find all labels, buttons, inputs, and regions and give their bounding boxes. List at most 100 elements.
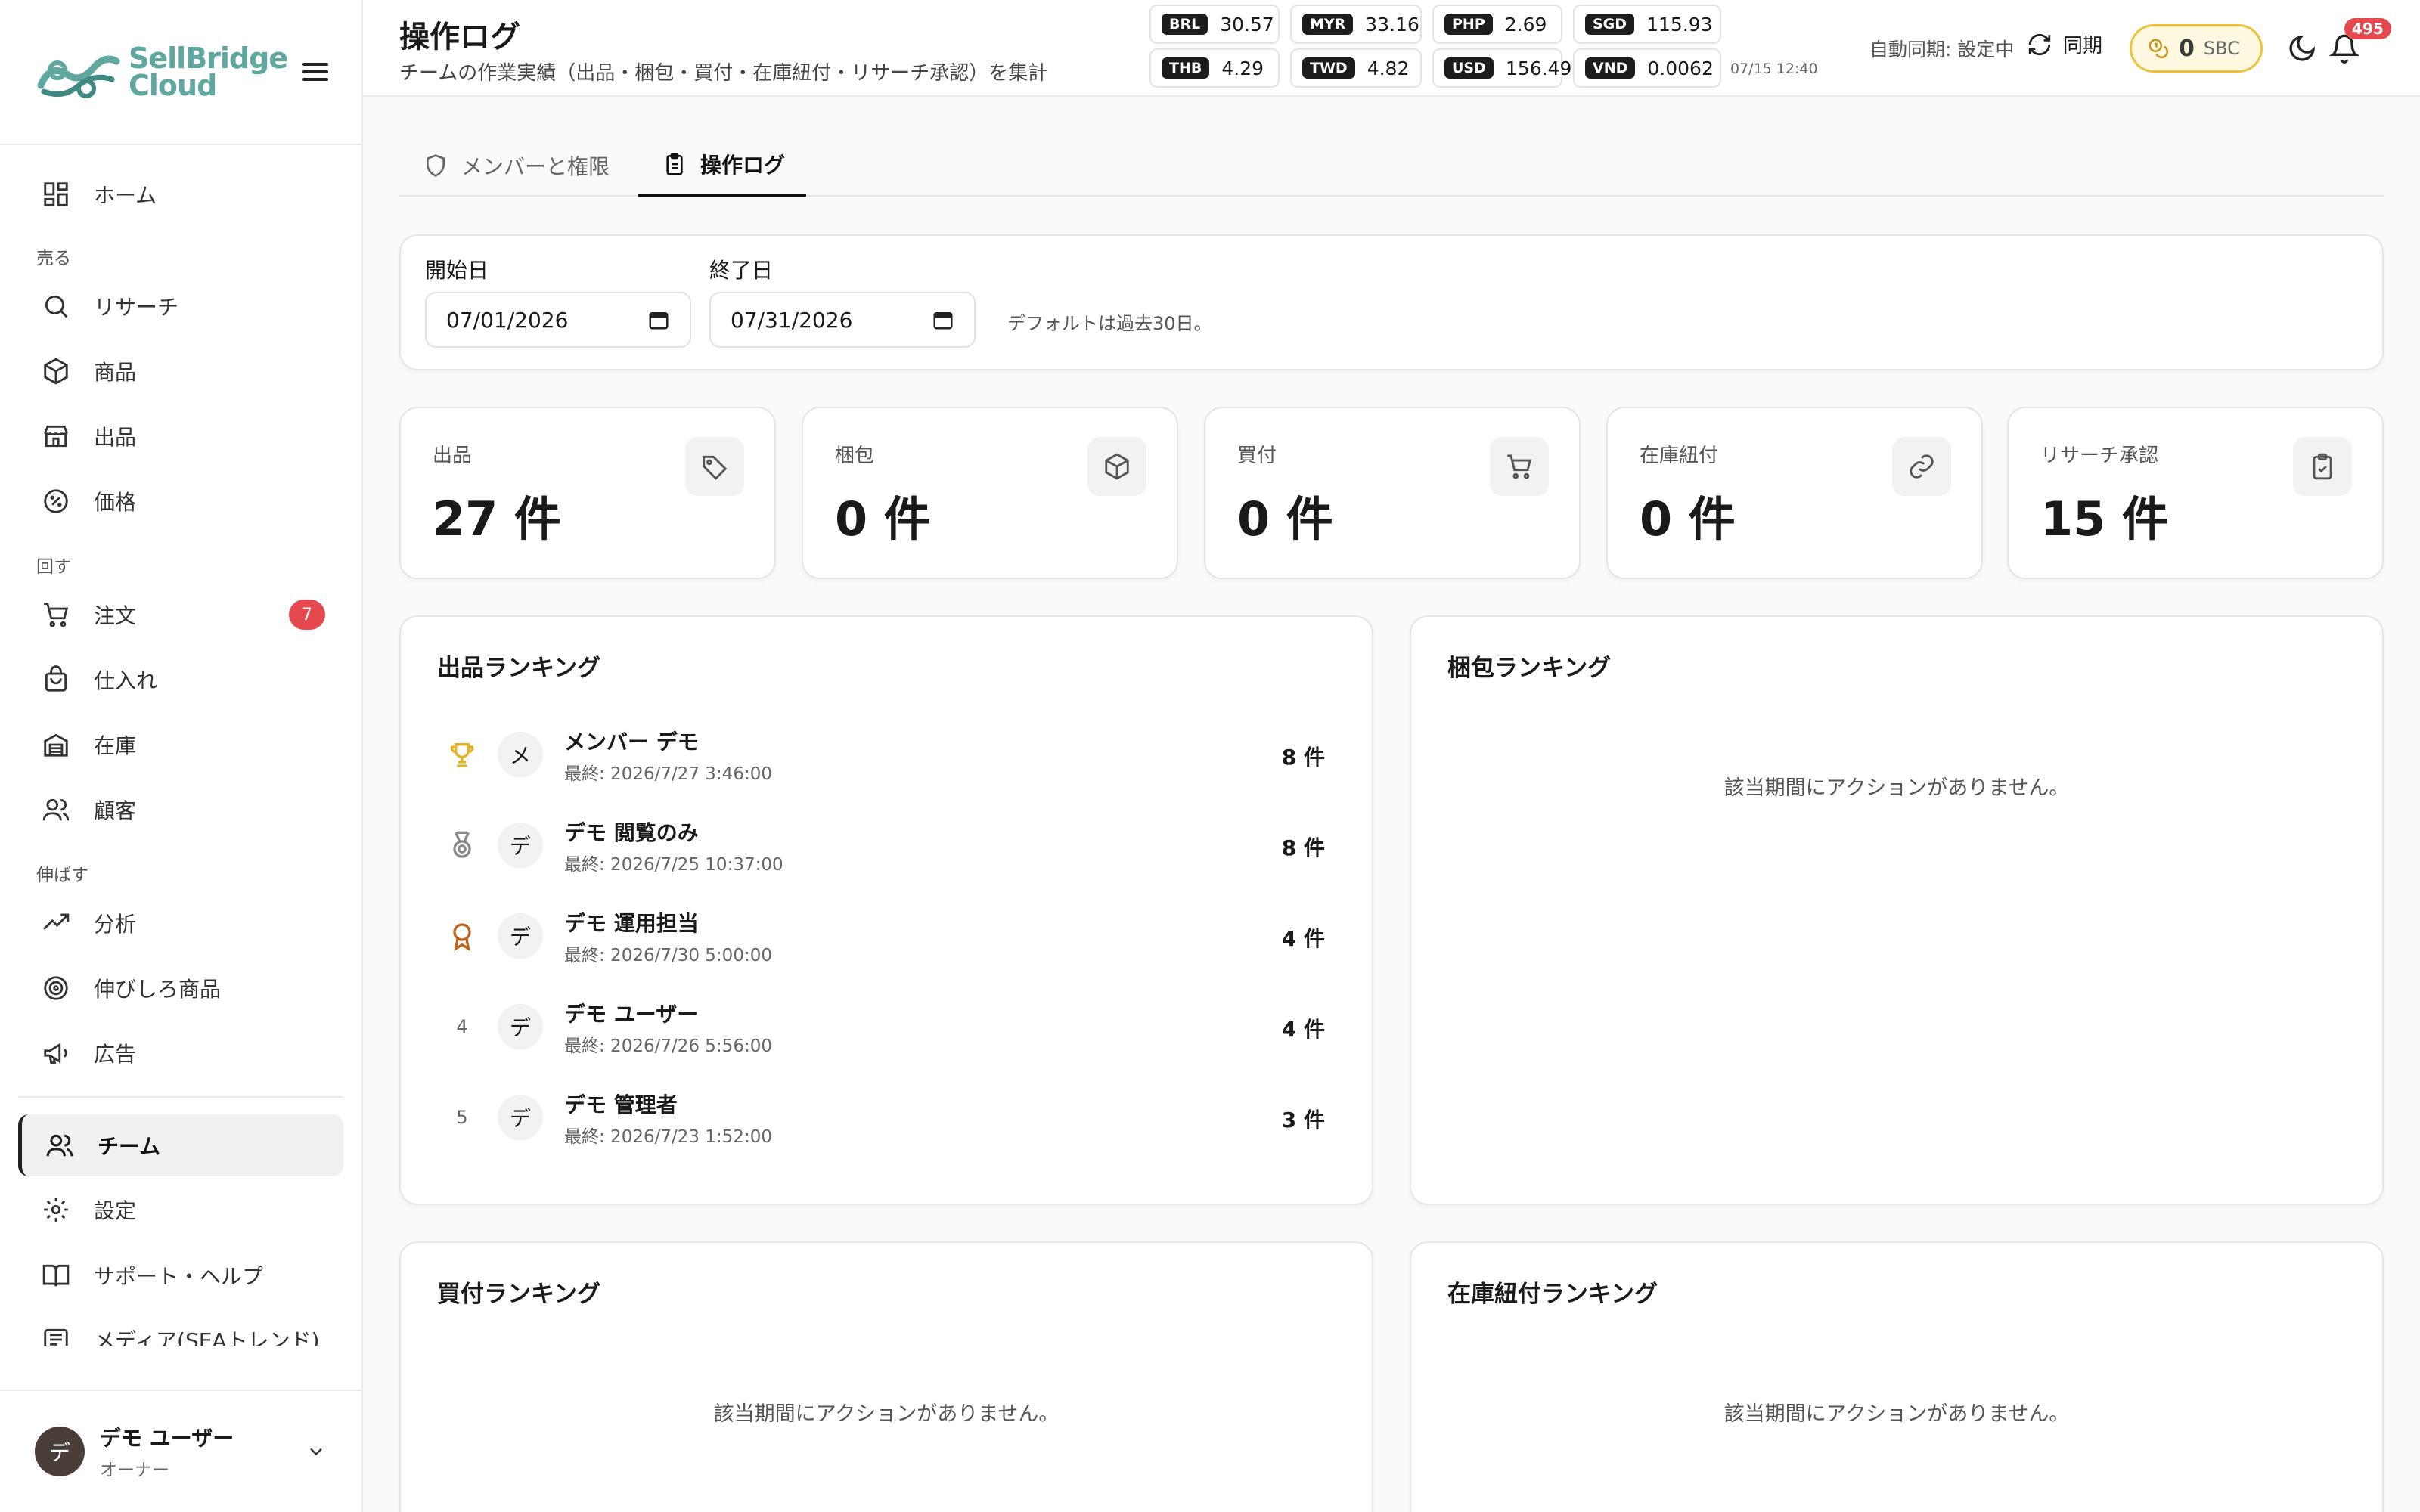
rank-number: 5 bbox=[456, 1107, 468, 1128]
trending-up-icon bbox=[41, 908, 71, 938]
stat-value: 27 件 bbox=[433, 491, 561, 547]
ranking-row: 5 デ デモ 管理者 最終: 2026/7/23 1:52:00 3 件 bbox=[437, 1081, 1325, 1157]
start-date-value: 07/01/2026 bbox=[446, 307, 569, 333]
fx-value: 33.16 bbox=[1365, 13, 1419, 36]
sidebar-item-label: 分析 bbox=[94, 912, 137, 937]
sidebar-item-products[interactable]: 商品 bbox=[18, 339, 343, 404]
users-icon bbox=[41, 795, 71, 825]
sidebar-item-listings[interactable]: 出品 bbox=[18, 404, 343, 469]
cart-icon bbox=[41, 600, 71, 630]
fx-rate-item: TWD 4.82 bbox=[1290, 48, 1422, 88]
listing-ranking-card: 出品ランキング メ メンバー デモ 最終: 2026/7/27 3:46:00 … bbox=[399, 615, 1373, 1205]
menu-toggle-icon[interactable] bbox=[302, 61, 328, 82]
coin-balance[interactable]: 0 SBC bbox=[2130, 24, 2263, 73]
fx-value: 115.93 bbox=[1646, 13, 1713, 36]
packing-ranking-card: 梱包ランキング 該当期間にアクションがありません。 bbox=[1410, 615, 2384, 1205]
box-icon bbox=[1087, 437, 1146, 496]
sidebar-item-pricing[interactable]: 価格 bbox=[18, 469, 343, 534]
grid-icon bbox=[41, 179, 71, 209]
megaphone-icon bbox=[41, 1038, 71, 1068]
ranking-row: デ デモ 運用担当 最終: 2026/7/30 5:00:00 4 件 bbox=[437, 900, 1325, 975]
fx-code: PHP bbox=[1444, 14, 1493, 35]
fx-code: TWD bbox=[1302, 57, 1355, 79]
shield-icon bbox=[427, 154, 445, 177]
end-date-label: 終了日 bbox=[709, 258, 774, 283]
coin-amount: 0 bbox=[2179, 35, 2195, 62]
fx-code: VND bbox=[1585, 57, 1636, 79]
sidebar-item-orders[interactable]: 注文 7 bbox=[18, 582, 343, 647]
sidebar-item-growth-products[interactable]: 伸びしろ商品 bbox=[18, 956, 343, 1021]
tab-activity-log[interactable]: 操作ログ bbox=[638, 135, 806, 197]
sidebar-item-label: 出品 bbox=[94, 425, 137, 450]
sidebar-item-ads[interactable]: 広告 bbox=[18, 1021, 343, 1086]
fx-rate-item: MYR 33.16 bbox=[1290, 5, 1422, 44]
sidebar-item-team[interactable]: チーム bbox=[18, 1114, 343, 1176]
calendar-icon bbox=[933, 312, 953, 330]
moon-icon[interactable] bbox=[2287, 33, 2317, 64]
sidebar-item-purchasing[interactable]: 仕入れ bbox=[18, 647, 343, 712]
rank-number: 4 bbox=[456, 1016, 468, 1037]
fx-code: USD bbox=[1444, 57, 1494, 79]
sidebar-item-settings[interactable]: 設定 bbox=[18, 1176, 343, 1243]
page-subtitle: チームの作業実績（出品・梱包・買付・在庫紐付・リサーチ承認）を集計 bbox=[399, 62, 1048, 85]
refresh-icon bbox=[2028, 33, 2051, 55]
main-content: メンバーと権限 操作ログ 開始日 07/01/2026 終了日 07/31/20… bbox=[399, 97, 2384, 1512]
tab-members[interactable]: メンバーと権限 bbox=[424, 135, 613, 197]
sync-button-label: 同期 bbox=[2063, 35, 2103, 57]
user-menu[interactable]: デ デモ ユーザー オーナー bbox=[0, 1390, 361, 1512]
linking-ranking-card: 在庫紐付ランキング 該当期間にアクションがありません。 bbox=[1410, 1241, 2384, 1512]
stat-card-packing: 梱包 0 件 bbox=[802, 407, 1178, 579]
sidebar-item-inventory[interactable]: 在庫 bbox=[18, 712, 343, 777]
avatar: デ bbox=[498, 913, 543, 959]
tab-label: メンバーと権限 bbox=[461, 154, 610, 179]
tab-label: 操作ログ bbox=[700, 153, 786, 178]
avatar: デ bbox=[498, 1004, 543, 1049]
newspaper-icon bbox=[41, 1325, 71, 1346]
action-count: 4 件 bbox=[1281, 926, 1325, 951]
fx-rate-item: THB 4.29 bbox=[1150, 48, 1280, 88]
gear-icon bbox=[41, 1194, 71, 1225]
start-date-input[interactable]: 07/01/2026 bbox=[425, 292, 691, 348]
stat-card-research: リサーチ承認 15 件 bbox=[2007, 407, 2384, 579]
avatar: デ bbox=[498, 1095, 543, 1140]
sidebar-item-analytics[interactable]: 分析 bbox=[18, 891, 343, 956]
coins-icon bbox=[2149, 39, 2169, 59]
last-action-time: 最終: 2026/7/27 3:46:00 bbox=[564, 764, 772, 784]
last-action-time: 最終: 2026/7/26 5:56:00 bbox=[564, 1036, 772, 1056]
fx-rate-item: VND 0.0062 bbox=[1573, 48, 1721, 88]
sidebar-item-research[interactable]: リサーチ bbox=[18, 274, 343, 339]
fx-value: 2.69 bbox=[1504, 13, 1547, 36]
sidebar-item-home[interactable]: ホーム bbox=[18, 163, 343, 225]
clipboard-icon bbox=[666, 153, 683, 175]
member-name: デモ 運用担当 bbox=[564, 911, 699, 936]
start-date-label: 開始日 bbox=[425, 258, 489, 283]
last-action-time: 最終: 2026/7/23 1:52:00 bbox=[564, 1127, 772, 1147]
member-name: デモ 閲覧のみ bbox=[564, 820, 699, 845]
fx-code: SGD bbox=[1585, 14, 1635, 35]
fx-code: MYR bbox=[1302, 14, 1354, 35]
sidebar-item-customers[interactable]: 顧客 bbox=[18, 777, 343, 842]
box-icon bbox=[41, 356, 71, 386]
cart-icon bbox=[1490, 437, 1549, 496]
stat-value: 15 件 bbox=[2040, 491, 2169, 547]
avatar: デ bbox=[35, 1427, 85, 1476]
sidebar-item-media[interactable]: メディア(SEAトレンド) bbox=[18, 1308, 343, 1346]
sidebar-nav: ホーム 売る リサーチ 商品 出品 価格 回す 注文 7 仕入れ 在庫 顧客 伸… bbox=[0, 145, 361, 1346]
users-icon bbox=[45, 1130, 75, 1160]
medal-icon bbox=[446, 827, 478, 863]
ranking-title: 出品ランキング bbox=[437, 655, 601, 682]
calendar-icon bbox=[649, 312, 669, 330]
stat-value: 0 件 bbox=[835, 491, 931, 547]
sidebar: SellBridge Cloud ホーム 売る リサーチ 商品 出品 価格 回す bbox=[0, 0, 363, 1512]
sidebar-item-support[interactable]: サポート・ヘルプ bbox=[18, 1243, 343, 1308]
stat-label: リサーチ承認 bbox=[2040, 445, 2159, 467]
sidebar-item-label: チーム bbox=[98, 1134, 161, 1159]
brand-name: SellBridge Cloud bbox=[129, 44, 288, 100]
stat-value: 0 件 bbox=[1237, 491, 1333, 547]
end-date-value: 07/31/2026 bbox=[731, 307, 853, 333]
action-count: 8 件 bbox=[1281, 835, 1325, 860]
fx-value: 4.29 bbox=[1221, 57, 1264, 79]
sync-button[interactable]: 同期 bbox=[2027, 30, 2102, 58]
end-date-input[interactable]: 07/31/2026 bbox=[709, 292, 976, 348]
fx-rate-item: BRL 30.57 bbox=[1150, 5, 1280, 44]
